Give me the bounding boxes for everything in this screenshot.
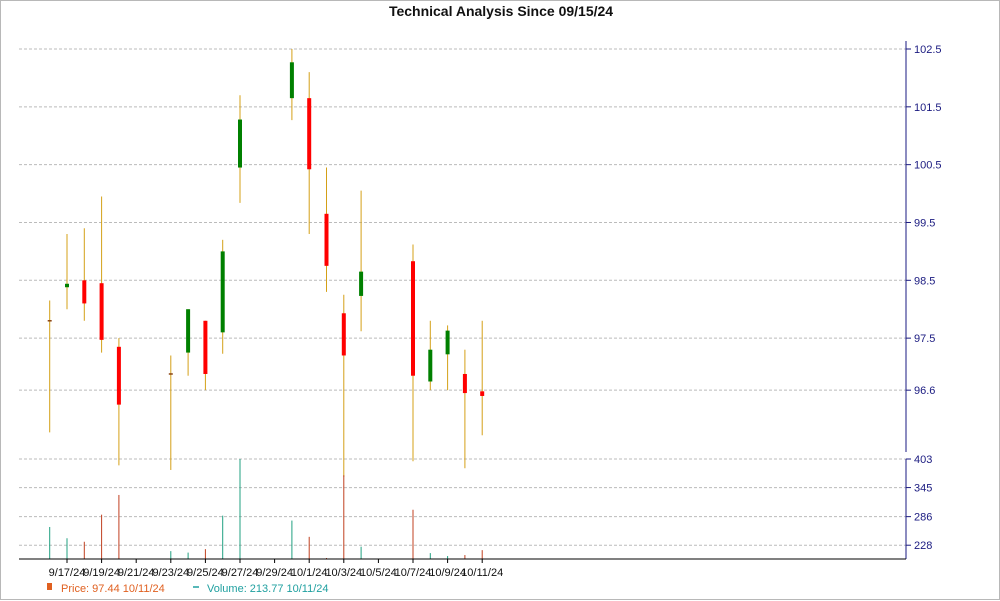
x-tick-label: 10/5/24 [360,567,397,579]
axis-layer: 102.5 101.5 100.5 99.5 98.5 97.5 96.6 403 345 286… [19,41,942,579]
candle-body [307,98,312,170]
candle-body [428,349,433,382]
volume-tick-label: 228 [914,540,932,552]
x-tick-label: 10/3/24 [325,567,362,579]
wick-layer [49,49,483,477]
candle-body [220,251,225,333]
price-tick-label: 100.5 [914,160,942,172]
x-tick-label: 10/11/24 [461,567,503,579]
candle-body [341,313,346,356]
x-tick-label: 9/19/24 [83,567,120,579]
candle-body [289,62,294,99]
x-tick-label: 9/23/24 [152,567,189,579]
volume-legend-label: Volume: 213.77 10/11/24 [207,583,329,595]
candle-body-layer [47,62,485,405]
candle-body [462,373,467,394]
x-tick-label: 9/29/24 [256,567,293,579]
price-tick-label: 98.5 [914,275,935,287]
price-tick-label: 99.5 [914,217,935,229]
candlestick-chart: 102.5 101.5 100.5 99.5 98.5 97.5 96.6 403 345 286… [19,41,942,595]
candle-body [445,330,450,355]
chart-container: Technical Analysis Since 09/15/24 102.5 1… [0,0,1000,600]
candle-body [203,320,208,374]
candle-body [65,283,69,288]
candle-body [411,261,415,376]
x-tick-label: 10/1/24 [291,567,328,579]
candle-body [168,373,173,375]
x-tick-label: 9/27/24 [222,567,259,579]
candle-body [359,271,364,296]
legend: Price: 97.44 10/11/24 Volume: 213.77 10/1… [47,583,329,595]
volume-layer [49,459,483,559]
candle-body [238,119,242,168]
candle-body [480,391,485,396]
price-tick-label: 102.5 [914,44,942,56]
x-tick-label: 10/7/24 [395,567,432,579]
volume-tick-label: 345 [914,483,932,495]
x-tick-label: 9/17/24 [49,567,86,579]
candle-body [324,213,329,266]
x-tick-label: 9/25/24 [187,567,224,579]
price-tick-label: 96.6 [914,385,935,397]
price-legend-label: Price: 97.44 10/11/24 [61,583,165,595]
volume-tick-label: 403 [914,454,932,466]
grid-layer [19,48,906,546]
candle-body [186,309,191,353]
price-legend-swatch [47,583,52,590]
price-tick-label: 97.5 [914,333,935,345]
candle-body [116,346,121,405]
price-tick-label: 101.5 [914,102,942,114]
volume-tick-label: 286 [914,512,932,524]
candle-body [47,320,52,322]
x-tick-label: 9/21/24 [118,567,155,579]
candle-body [99,283,104,340]
candle-body [82,280,87,304]
